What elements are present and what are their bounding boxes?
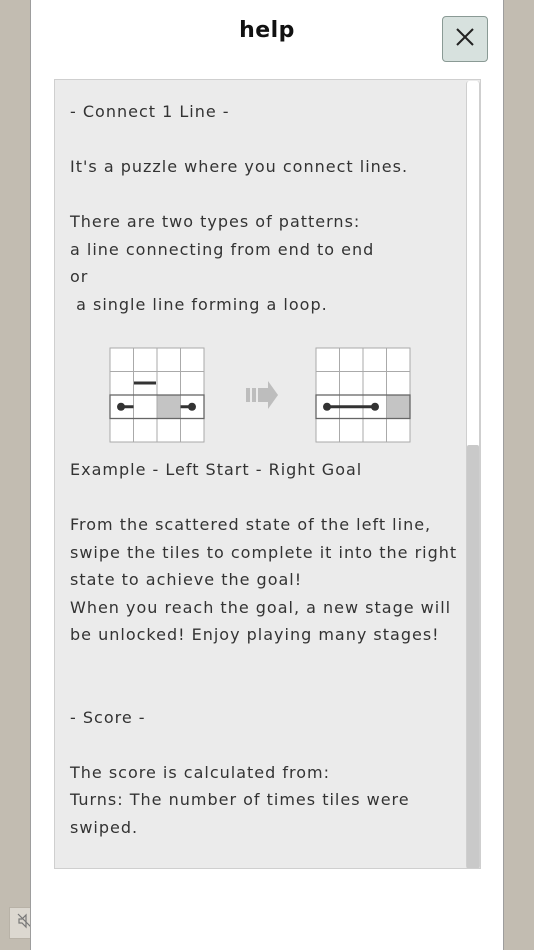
help-line: or	[70, 267, 89, 286]
help-line: swiped.	[70, 817, 139, 837]
help-line: - Score -	[70, 707, 146, 727]
help-line: The score is calculated from:	[70, 762, 331, 782]
help-text-scroll: - Connect 1 Line - It's a puzzle where y…	[55, 80, 470, 841]
vertical-scrollbar[interactable]	[466, 81, 480, 868]
help-line	[70, 731, 470, 759]
help-line: From the scattered state of the left lin…	[70, 515, 432, 534]
help-line: There are two types of patterns:	[70, 212, 361, 231]
close-button[interactable]	[442, 16, 488, 62]
help-line: state to achieve the goal!	[70, 570, 303, 589]
scattered-line-grid	[109, 347, 205, 443]
help-line	[70, 484, 470, 512]
help-line: Turns: The number of times tiles were	[70, 790, 410, 809]
help-line: a line connecting from end to end	[70, 239, 375, 259]
help-line	[70, 676, 470, 704]
help-line: be unlocked! Enjoy playing many stages!	[70, 625, 440, 644]
close-x-icon	[454, 26, 476, 52]
scrollbar-thumb[interactable]	[467, 445, 479, 868]
help-line: swipe the tiles to complete it into the …	[70, 542, 458, 562]
help-line: a single line forming a loop.	[70, 294, 328, 314]
help-line: It's a puzzle where you connect lines.	[70, 157, 409, 176]
help-line	[70, 181, 470, 209]
completed-line-grid	[315, 347, 411, 443]
help-line	[70, 126, 470, 154]
help-line: When you reach the goal, a new stage wil…	[70, 597, 452, 617]
help-line: Example - Left Start - Right Goal	[70, 460, 363, 479]
dialog-title: help	[239, 18, 295, 43]
example-diagram	[70, 318, 470, 456]
right-arrow-icon	[246, 381, 278, 409]
help-line: - Connect 1 Line -	[70, 102, 230, 121]
help-line	[70, 649, 470, 677]
help-dialog: help - Connect 1 Line - It's a puzzle wh…	[30, 0, 504, 950]
help-content-panel[interactable]: - Connect 1 Line - It's a puzzle where y…	[54, 79, 481, 869]
